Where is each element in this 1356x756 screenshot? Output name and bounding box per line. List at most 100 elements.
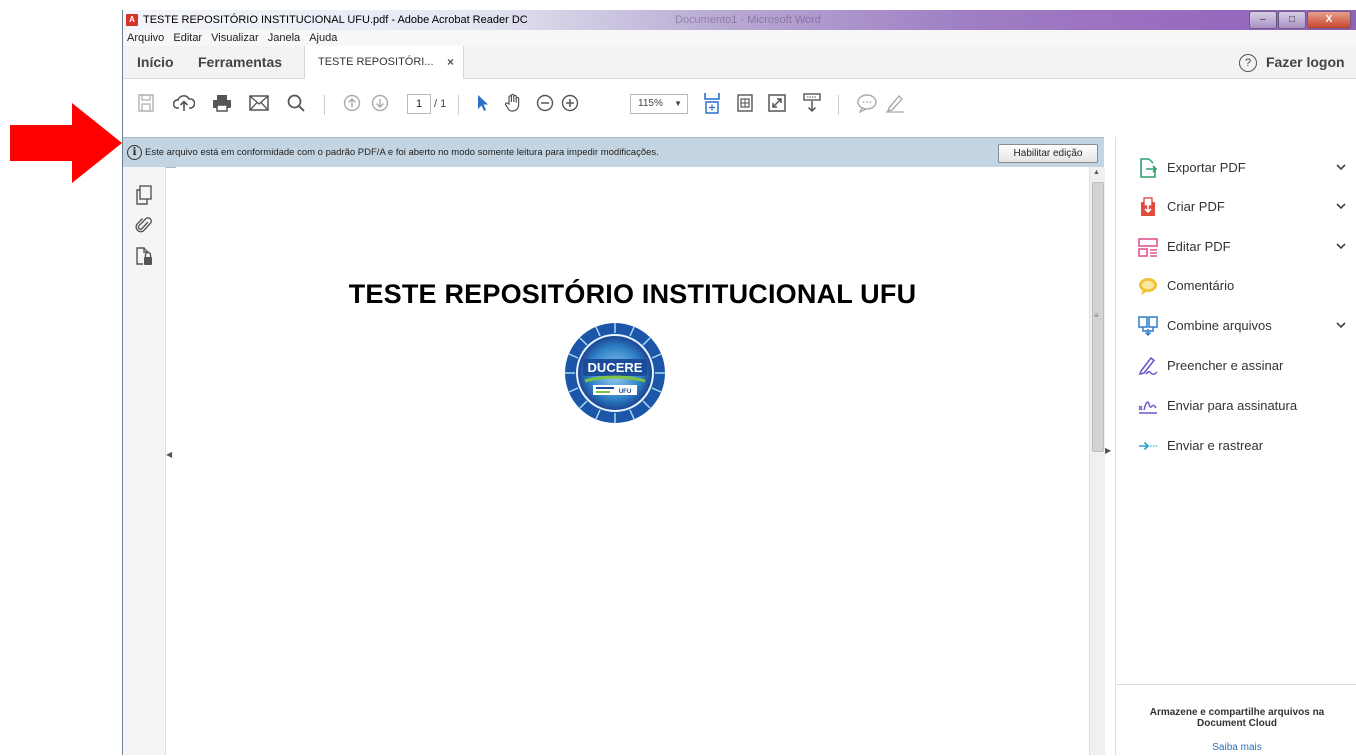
- print-icon[interactable]: [211, 93, 233, 113]
- acrobat-window: A TESTE REPOSITÓRIO INSTITUCIONAL UFU.pd…: [122, 10, 1356, 755]
- ducere-logo-icon: DUCERE UFU: [565, 323, 665, 423]
- scrollbar-grip-icon: ≡: [1094, 311, 1099, 320]
- vertical-scrollbar[interactable]: ▲ ≡: [1089, 167, 1105, 755]
- tool-edit-pdf[interactable]: Editar PDF: [1116, 227, 1356, 263]
- tool-label: Combine arquivos: [1167, 318, 1272, 333]
- tab-tools[interactable]: Ferramentas: [198, 46, 282, 78]
- red-arrow-annotation-icon: [10, 103, 122, 183]
- toolbar-separator: [324, 95, 325, 115]
- edit-pdf-icon: [1138, 238, 1158, 257]
- toolbar-separator: [458, 95, 459, 115]
- tool-label: Editar PDF: [1167, 239, 1231, 254]
- menu-visualizar[interactable]: Visualizar: [211, 32, 259, 44]
- zoom-in-icon[interactable]: [561, 93, 579, 113]
- tool-label: Criar PDF: [1167, 199, 1225, 214]
- email-icon[interactable]: [248, 93, 270, 113]
- fill-sign-icon: [1138, 356, 1158, 376]
- chevron-down-icon[interactable]: [1336, 201, 1346, 211]
- select-cursor-icon[interactable]: [475, 93, 491, 113]
- create-pdf-icon: [1141, 197, 1155, 216]
- zoom-select[interactable]: 115% ▼: [630, 94, 688, 114]
- tool-export-pdf[interactable]: Exportar PDF: [1116, 148, 1356, 184]
- page-down-icon[interactable]: [371, 93, 389, 113]
- document-tab-label: TESTE REPOSITÓRI...: [318, 56, 434, 68]
- upload-cloud-icon[interactable]: [173, 93, 195, 113]
- sign-in-link[interactable]: Fazer logon: [1266, 46, 1345, 78]
- comment-icon[interactable]: [856, 93, 878, 113]
- tool-create-pdf[interactable]: Criar PDF: [1116, 187, 1356, 223]
- zoom-value: 115%: [638, 98, 663, 109]
- chevron-down-icon[interactable]: [1336, 320, 1346, 330]
- tool-label: Enviar e rastrear: [1167, 438, 1264, 453]
- tool-combine-files[interactable]: Combine arquivos: [1116, 306, 1356, 342]
- save-icon[interactable]: [137, 93, 155, 113]
- scroll-up-arrow-icon[interactable]: ▲: [1093, 169, 1100, 176]
- tab-document[interactable]: TESTE REPOSITÓRI... ×: [304, 46, 464, 79]
- logo-text: DUCERE: [588, 360, 643, 375]
- tool-send-track[interactable]: Enviar e rastrear: [1116, 426, 1356, 462]
- chevron-down-icon[interactable]: [1336, 162, 1346, 172]
- page-total: / 1: [434, 98, 447, 110]
- scroll-mode-icon[interactable]: [801, 93, 823, 113]
- tool-label: Preencher e assinar: [1167, 358, 1284, 373]
- left-navigation-rail: [123, 167, 166, 755]
- background-window-title: Documento1 - Microsoft Word: [675, 14, 821, 26]
- tool-label: Exportar PDF: [1167, 160, 1246, 175]
- info-icon: i: [127, 145, 142, 160]
- minimize-button[interactable]: –: [1249, 11, 1277, 29]
- menu-arquivo[interactable]: Arquivo: [127, 32, 164, 44]
- close-tab-icon[interactable]: ×: [447, 46, 454, 78]
- learn-more-link[interactable]: Saiba mais: [1116, 742, 1356, 753]
- fullscreen-icon[interactable]: [768, 93, 786, 113]
- pdfa-info-bar: i Este arquivo está em conformidade com …: [123, 137, 1104, 168]
- document-security-icon[interactable]: [135, 247, 153, 267]
- menu-ajuda[interactable]: Ajuda: [309, 32, 337, 44]
- tab-bar: Início Ferramentas TESTE REPOSITÓRI... ×…: [123, 46, 1356, 79]
- tool-label: Comentário: [1167, 278, 1235, 293]
- send-track-icon: [1139, 441, 1157, 451]
- acrobat-app-icon: A: [126, 14, 138, 26]
- window-title: TESTE REPOSITÓRIO INSTITUCIONAL UFU.pdf …: [143, 14, 528, 26]
- tool-comment[interactable]: Comentário: [1116, 266, 1356, 302]
- zoom-out-icon[interactable]: [536, 93, 554, 113]
- comment-icon: [1139, 278, 1157, 295]
- tool-fill-sign[interactable]: Preencher e assinar: [1116, 346, 1356, 382]
- tool-label: Enviar para assinatura: [1167, 398, 1298, 413]
- cloud-promo-text: Armazene e compartilhe arquivos na Docum…: [1149, 707, 1325, 729]
- toolbar: 1 / 1 115% ▼: [123, 79, 1356, 136]
- pen-icon[interactable]: [885, 93, 905, 113]
- fit-page-icon[interactable]: [703, 93, 721, 114]
- page-view-icon[interactable]: [736, 93, 754, 113]
- page-thumbnails-icon[interactable]: [135, 185, 153, 205]
- left-pane-toggle-icon[interactable]: ◀: [166, 450, 172, 459]
- tools-pane: Exportar PDF Criar PDF Editar PDF Coment…: [1115, 137, 1356, 755]
- tool-send-signature[interactable]: Enviar para assinatura: [1116, 386, 1356, 422]
- maximize-button[interactable]: □: [1278, 11, 1306, 29]
- combine-files-icon: [1138, 316, 1158, 336]
- menu-editar[interactable]: Editar: [173, 32, 202, 44]
- menu-janela[interactable]: Janela: [268, 32, 300, 44]
- page-number-input[interactable]: 1: [407, 94, 431, 114]
- window-controls: – □ X: [1248, 11, 1351, 29]
- toolbar-separator: [838, 95, 839, 115]
- attachments-icon[interactable]: [135, 215, 153, 235]
- page-up-icon[interactable]: [343, 93, 361, 113]
- send-signature-icon: [1138, 401, 1157, 414]
- enable-editing-button[interactable]: Habilitar edição: [998, 144, 1098, 163]
- pdf-heading: TESTE REPOSITÓRIO INSTITUCIONAL UFU: [348, 279, 917, 309]
- chevron-down-icon: ▼: [674, 99, 682, 108]
- info-message: Este arquivo está em conformidade com o …: [145, 147, 659, 158]
- hand-tool-icon[interactable]: [503, 93, 523, 113]
- right-pane-toggle-icon[interactable]: ▶: [1105, 446, 1111, 455]
- logo-subtext: UFU: [619, 389, 631, 395]
- search-icon[interactable]: [286, 93, 306, 113]
- help-icon[interactable]: ?: [1239, 54, 1257, 72]
- close-window-button[interactable]: X: [1307, 11, 1351, 29]
- scrollbar-thumb[interactable]: ≡: [1092, 182, 1104, 452]
- chevron-down-icon[interactable]: [1336, 241, 1346, 251]
- tab-home[interactable]: Início: [137, 46, 174, 78]
- menu-bar: Arquivo Editar Visualizar Janela Ajuda: [123, 30, 1356, 46]
- title-bar: A TESTE REPOSITÓRIO INSTITUCIONAL UFU.pd…: [123, 10, 1356, 30]
- document-cloud-promo: Armazene e compartilhe arquivos na Docum…: [1116, 684, 1356, 756]
- document-view[interactable]: TESTE REPOSITÓRIO INSTITUCIONAL UFU DUCE…: [176, 167, 1089, 755]
